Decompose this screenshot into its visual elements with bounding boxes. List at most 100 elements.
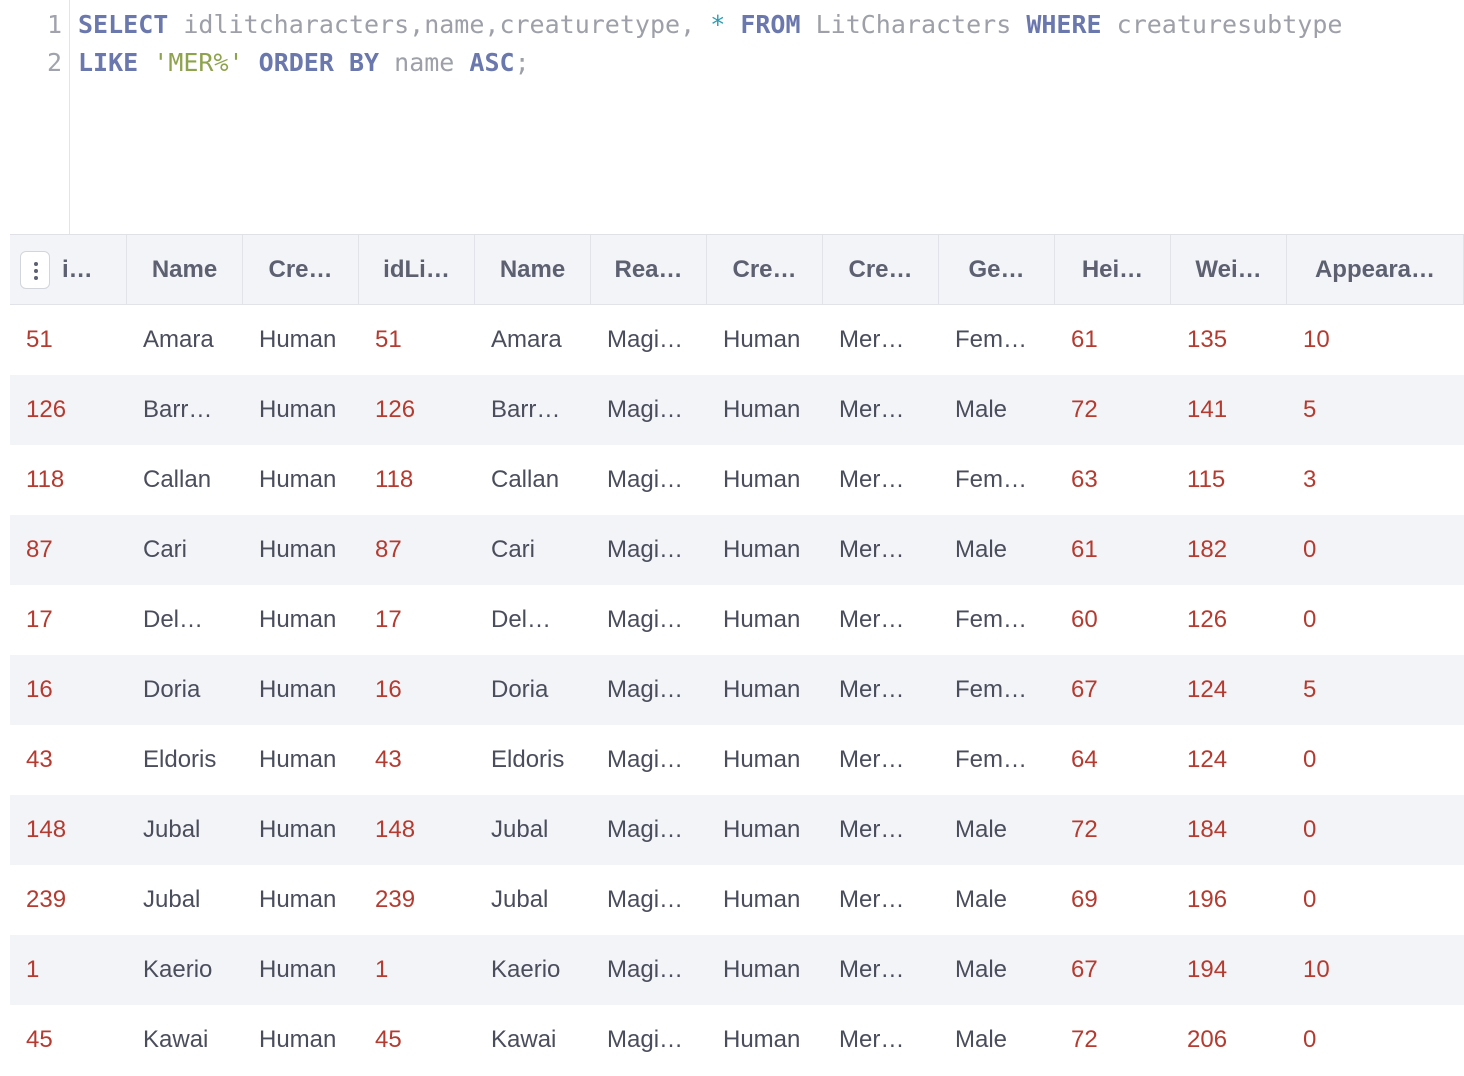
table-cell[interactable]: 64 — [1055, 725, 1171, 795]
table-row[interactable]: 45 Kawai Human 45 Kawai Magi… Human Mer… Male 72 2… — [10, 1005, 1464, 1075]
table-row[interactable]: 43 Eldoris Human 43 Eldoris Magi… Human Mer… Fem… — [10, 725, 1464, 795]
sql-editor[interactable]: 1 2 SELECT idlitcharacters,name,creature… — [10, 0, 1464, 234]
table-cell[interactable]: Mer… — [823, 795, 939, 865]
table-cell[interactable]: 5 — [1287, 375, 1464, 445]
table-cell[interactable]: Human — [243, 795, 359, 865]
table-cell[interactable]: Human — [243, 655, 359, 725]
table-cell[interactable]: Del… — [127, 585, 243, 655]
table-cell[interactable]: Mer… — [823, 515, 939, 585]
table-cell[interactable]: Kaerio — [475, 935, 591, 1005]
table-cell[interactable]: 148 — [359, 795, 475, 865]
table-cell[interactable]: Doria — [127, 655, 243, 725]
table-cell[interactable]: Mer… — [823, 305, 939, 375]
table-row[interactable]: 118 Callan Human 118 Callan Magi… Human Mer… Fem… — [10, 445, 1464, 515]
table-cell[interactable]: 72 — [1055, 1005, 1171, 1075]
table-cell[interactable]: 0 — [1287, 1005, 1464, 1075]
table-cell[interactable]: Fem… — [939, 655, 1055, 725]
table-cell[interactable]: Barr… — [475, 375, 591, 445]
table-cell[interactable]: Magi… — [591, 1005, 707, 1075]
column-menu-button[interactable] — [20, 251, 50, 289]
column-header[interactable]: Cre… — [823, 235, 939, 305]
table-cell[interactable]: Eldoris — [475, 725, 591, 795]
table-cell[interactable]: Male — [939, 865, 1055, 935]
table-cell[interactable]: 115 — [1171, 445, 1287, 515]
table-cell[interactable]: Mer… — [823, 1005, 939, 1075]
table-cell[interactable]: Magi… — [591, 375, 707, 445]
table-cell[interactable]: Jubal — [475, 865, 591, 935]
table-cell[interactable]: 16 — [10, 655, 127, 725]
table-row[interactable]: 148 Jubal Human 148 Jubal Magi… Human Mer… Male 7… — [10, 795, 1464, 865]
table-cell[interactable]: 10 — [1287, 935, 1464, 1005]
table-cell[interactable]: 0 — [1287, 585, 1464, 655]
table-cell[interactable]: 60 — [1055, 585, 1171, 655]
table-cell[interactable]: Magi… — [591, 935, 707, 1005]
column-header[interactable]: idLi… — [359, 235, 475, 305]
table-cell[interactable]: 61 — [1055, 305, 1171, 375]
table-cell[interactable]: Magi… — [591, 865, 707, 935]
table-cell[interactable]: 87 — [10, 515, 127, 585]
table-cell[interactable]: 17 — [359, 585, 475, 655]
table-row[interactable]: 239 Jubal Human 239 Jubal Magi… Human Mer… Male 6… — [10, 865, 1464, 935]
column-header[interactable]: Wei… — [1171, 235, 1287, 305]
table-cell[interactable]: Mer… — [823, 375, 939, 445]
table-cell[interactable]: Human — [707, 935, 823, 1005]
table-cell[interactable]: 126 — [1171, 585, 1287, 655]
table-cell[interactable]: Human — [707, 725, 823, 795]
table-cell[interactable]: 45 — [10, 1005, 127, 1075]
table-cell[interactable]: 51 — [359, 305, 475, 375]
table-cell[interactable]: 194 — [1171, 935, 1287, 1005]
table-cell[interactable]: Human — [707, 795, 823, 865]
table-cell[interactable]: 63 — [1055, 445, 1171, 515]
column-header[interactable]: Hei… — [1055, 235, 1171, 305]
table-cell[interactable]: Human — [707, 375, 823, 445]
table-cell[interactable]: Magi… — [591, 445, 707, 515]
table-cell[interactable]: Human — [243, 375, 359, 445]
table-cell[interactable]: Jubal — [127, 795, 243, 865]
table-cell[interactable]: Male — [939, 515, 1055, 585]
table-cell[interactable]: 16 — [359, 655, 475, 725]
table-cell[interactable]: Kaerio — [127, 935, 243, 1005]
table-cell[interactable]: Mer… — [823, 445, 939, 515]
table-cell[interactable]: Mer… — [823, 585, 939, 655]
column-header[interactable]: Name — [475, 235, 591, 305]
table-cell[interactable]: 0 — [1287, 865, 1464, 935]
table-cell[interactable]: Male — [939, 795, 1055, 865]
table-cell[interactable]: Human — [707, 1005, 823, 1075]
table-cell[interactable]: 43 — [359, 725, 475, 795]
table-cell[interactable]: Magi… — [591, 795, 707, 865]
table-row[interactable]: 16 Doria Human 16 Doria Magi… Human Mer… Fem… 67 1… — [10, 655, 1464, 725]
table-row[interactable]: 1 Kaerio Human 1 Kaerio Magi… Human Mer… Male 67 1… — [10, 935, 1464, 1005]
table-cell[interactable]: 124 — [1171, 725, 1287, 795]
table-cell[interactable]: Callan — [475, 445, 591, 515]
table-cell[interactable]: 0 — [1287, 725, 1464, 795]
table-cell[interactable]: Human — [707, 515, 823, 585]
table-cell[interactable]: Del… — [475, 585, 591, 655]
table-cell[interactable]: Doria — [475, 655, 591, 725]
table-cell[interactable]: Jubal — [127, 865, 243, 935]
table-cell[interactable]: Callan — [127, 445, 243, 515]
table-cell[interactable]: 69 — [1055, 865, 1171, 935]
table-cell[interactable]: 239 — [359, 865, 475, 935]
table-cell[interactable]: Human — [243, 935, 359, 1005]
column-header[interactable]: Cre… — [707, 235, 823, 305]
table-cell[interactable]: 17 — [10, 585, 127, 655]
table-cell[interactable]: 0 — [1287, 515, 1464, 585]
table-cell[interactable]: Human — [243, 1005, 359, 1075]
table-cell[interactable]: Magi… — [591, 655, 707, 725]
table-cell[interactable]: Human — [243, 865, 359, 935]
table-cell[interactable]: 118 — [359, 445, 475, 515]
table-cell[interactable]: 72 — [1055, 375, 1171, 445]
table-cell[interactable]: 135 — [1171, 305, 1287, 375]
code-line-2[interactable]: LIKE 'MER%' ORDER BY name ASC; — [78, 44, 530, 82]
table-cell[interactable]: Eldoris — [127, 725, 243, 795]
table-cell[interactable]: 51 — [10, 305, 127, 375]
table-cell[interactable]: Amara — [475, 305, 591, 375]
table-cell[interactable]: 184 — [1171, 795, 1287, 865]
table-cell[interactable]: Human — [243, 445, 359, 515]
code-line-1[interactable]: SELECT idlitcharacters,name,creaturetype… — [78, 6, 1342, 44]
column-header[interactable]: Rea… — [591, 235, 707, 305]
table-cell[interactable]: 182 — [1171, 515, 1287, 585]
table-cell[interactable]: 10 — [1287, 305, 1464, 375]
table-cell[interactable]: Male — [939, 1005, 1055, 1075]
table-cell[interactable]: Mer… — [823, 655, 939, 725]
